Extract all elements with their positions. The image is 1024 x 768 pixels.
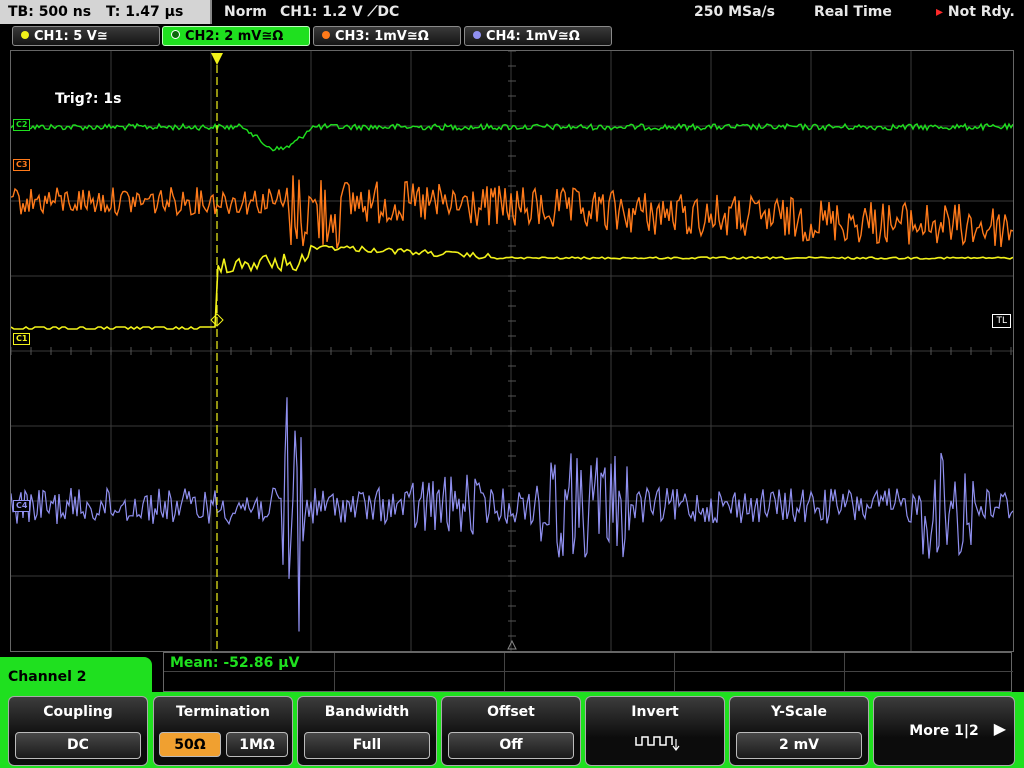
trigger-coupling: DC [377,4,400,20]
waveform-display[interactable]: Trig?: 1s C2 C3 C1 C4 TL [10,50,1014,652]
ch2-trace [11,122,1013,152]
trigger-level-marker[interactable]: TL [992,314,1011,328]
channel-tabs: CH1: 5 V≅ CH2: 2 mV≅Ω CH3: 1mV≅Ω CH4: 1m… [0,26,1024,48]
tab-ch4-label: CH4: 1mV≅Ω [486,29,580,44]
ch1-offset-marker[interactable]: C1 [13,333,31,345]
trigger-position-marker-icon[interactable] [211,53,223,65]
yscale-value: 2 mV [736,732,862,759]
play-arrow-icon: ▶ [993,719,1006,738]
horizontal-center-icon [507,639,517,650]
yscale-title: Y-Scale [770,704,827,720]
mean-measurement[interactable]: Mean: -52.86 µV [170,655,299,671]
acquisition-status: Norm CH1: 1.2 V ⟋DC 250 MSa/s Real Time … [216,0,1024,24]
offset-title: Offset [487,704,535,720]
trigger-level: CH1: 1.2 V [280,4,363,20]
measurement-bar: Mean: -52.86 µV [163,652,1013,692]
ch2-color-icon [171,30,180,39]
ch1-color-icon [21,31,29,39]
tab-ch1[interactable]: CH1: 5 V≅ [12,26,160,46]
tab-ch3-label: CH3: 1mV≅Ω [335,29,429,44]
timebase-readout[interactable]: TB: 500 ns T: 1.47 µs [0,0,212,24]
status-text: Not Rdy. [947,4,1015,20]
waveform-canvas [11,51,1013,651]
ch2-offset-marker[interactable]: C2 [13,119,31,131]
tab-ch4[interactable]: CH4: 1mV≅Ω [464,26,612,46]
ch4-trace [11,397,1013,632]
termination-50ohm-option[interactable]: 50Ω [159,732,221,757]
ch3-offset-marker[interactable]: C3 [13,159,31,171]
invert-title: Invert [631,704,679,720]
tab-ch1-label: CH1: 5 V≅ [34,29,108,44]
termination-title: Termination [176,704,270,720]
coupling-value: DC [15,732,141,759]
coupling-softkey[interactable]: Coupling DC [8,696,148,766]
trigger-info: Trig?: 1s [55,91,122,107]
ch4-color-icon [473,31,481,39]
tab-ch2[interactable]: CH2: 2 mV≅Ω [162,26,310,46]
invert-softkey[interactable]: Invert [585,696,725,766]
rising-edge-icon: ⟋ [367,4,378,20]
meas-divider [334,653,335,691]
bandwidth-softkey[interactable]: Bandwidth Full [297,696,437,766]
tab-ch3[interactable]: CH3: 1mV≅Ω [313,26,461,46]
acquisition-mode[interactable]: Real Time [814,0,892,24]
timebase-value: TB: 500 ns [8,4,92,20]
bandwidth-value: Full [304,732,430,759]
run-status: ▸ Not Rdy. [936,0,1015,24]
invert-waveform-icon [635,736,680,751]
offset-value: Off [448,732,574,759]
bandwidth-title: Bandwidth [324,704,410,720]
trigger-time-value: T: 1.47 µs [105,4,184,20]
sample-rate: 250 MSa/s [694,4,776,20]
coupling-title: Coupling [43,704,113,720]
more-softkey[interactable]: More 1|2 ▶ [873,696,1015,766]
meas-divider [504,653,505,691]
status-dot-icon: ▸ [936,4,944,20]
ch4-offset-marker[interactable]: C4 [13,500,31,512]
trigger-mode[interactable]: Norm [224,0,267,24]
meas-divider [164,671,1013,672]
offset-softkey[interactable]: Offset Off [441,696,581,766]
ch3-color-icon [322,31,330,39]
softkey-bar: Coupling DC Termination 50Ω 1MΩ Bandwidt… [0,692,1024,768]
tab-ch2-label: CH2: 2 mV≅Ω [185,29,284,44]
termination-1mohm-option[interactable]: 1MΩ [226,732,288,757]
meas-divider [674,653,675,691]
ch1-trace [11,244,1013,330]
meas-divider [844,653,845,691]
status-bar: TB: 500 ns T: 1.47 µs Norm CH1: 1.2 V ⟋D… [0,0,1024,24]
menu-title: Channel 2 [8,669,87,685]
trigger-setting[interactable]: CH1: 1.2 V ⟋DC [280,0,399,24]
yscale-softkey[interactable]: Y-Scale 2 mV [729,696,869,766]
termination-softkey[interactable]: Termination 50Ω 1MΩ [153,696,293,766]
